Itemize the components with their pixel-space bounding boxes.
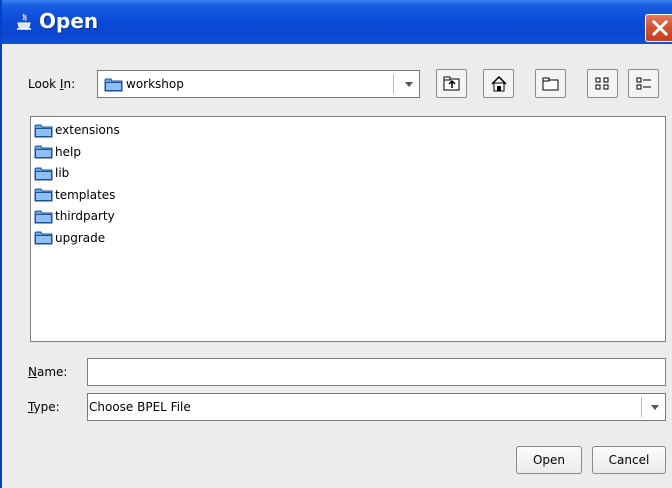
folder-icon — [34, 124, 53, 137]
new-folder-icon — [542, 77, 559, 91]
open-dialog: Open Look In: workshop extensions help l… — [0, 0, 672, 488]
file-list-item[interactable]: templates — [34, 185, 115, 205]
name-label-rest: ame: — [36, 365, 68, 379]
file-name: templates — [55, 187, 116, 202]
file-name: extensions — [55, 123, 120, 137]
lookin-label: Look In: — [28, 77, 75, 91]
type-label: Type: — [28, 400, 60, 414]
filename-input[interactable] — [87, 358, 666, 386]
file-list-item[interactable]: lib — [34, 163, 69, 183]
file-name: upgrade — [55, 230, 106, 245]
folder-icon — [34, 145, 53, 159]
folder-icon — [34, 210, 53, 223]
folder-icon — [34, 188, 53, 202]
folder-icon — [34, 167, 53, 180]
lookin-value: workshop — [126, 77, 184, 91]
up-one-level-button[interactable] — [436, 69, 467, 98]
title-bar[interactable]: Open — [2, 0, 672, 44]
window-title: Open — [39, 9, 99, 33]
filetype-dropdown-button[interactable] — [645, 394, 665, 420]
filetype-value: Choose BPEL File — [89, 400, 191, 414]
lookin-label-pre: Look — [28, 77, 60, 91]
close-button[interactable] — [645, 14, 672, 42]
list-view-button[interactable] — [587, 69, 618, 98]
file-list[interactable]: extensions help lib templates thirdparty upgr… — [30, 116, 666, 342]
file-list-item[interactable]: help — [34, 142, 81, 162]
cancel-button[interactable]: Cancel — [592, 446, 666, 474]
java-coffee-icon — [17, 13, 31, 30]
lookin-label-post: n: — [63, 77, 76, 91]
details-view-icon — [636, 77, 651, 90]
file-list-item[interactable]: extensions — [34, 120, 120, 140]
create-folder-button[interactable] — [535, 69, 566, 98]
file-name: help — [55, 144, 81, 159]
lookin-dropdown-button[interactable] — [399, 71, 419, 97]
type-label-rest: ype: — [33, 400, 60, 414]
details-view-button[interactable] — [628, 69, 659, 98]
list-view-icon — [595, 77, 609, 90]
combo-separator — [393, 74, 394, 94]
folder-icon — [34, 231, 53, 245]
chevron-down-icon — [651, 405, 659, 410]
file-list-item[interactable]: thirdparty — [34, 206, 115, 226]
name-label: Name: — [28, 365, 67, 379]
filetype-combo[interactable]: Choose BPEL File — [87, 393, 666, 421]
home-icon — [491, 76, 507, 92]
lookin-combo[interactable]: workshop — [97, 70, 420, 98]
file-list-item[interactable]: upgrade — [34, 228, 105, 248]
home-button[interactable] — [483, 69, 514, 98]
up-folder-icon — [443, 76, 460, 91]
file-name: lib — [55, 166, 70, 180]
file-name: thirdparty — [55, 209, 115, 223]
chevron-down-icon — [405, 82, 413, 87]
folder-icon — [104, 78, 123, 92]
name-label-mnemonic: N — [28, 365, 37, 379]
combo-separator — [641, 397, 642, 417]
open-button[interactable]: Open — [516, 446, 582, 474]
close-icon — [652, 20, 668, 36]
